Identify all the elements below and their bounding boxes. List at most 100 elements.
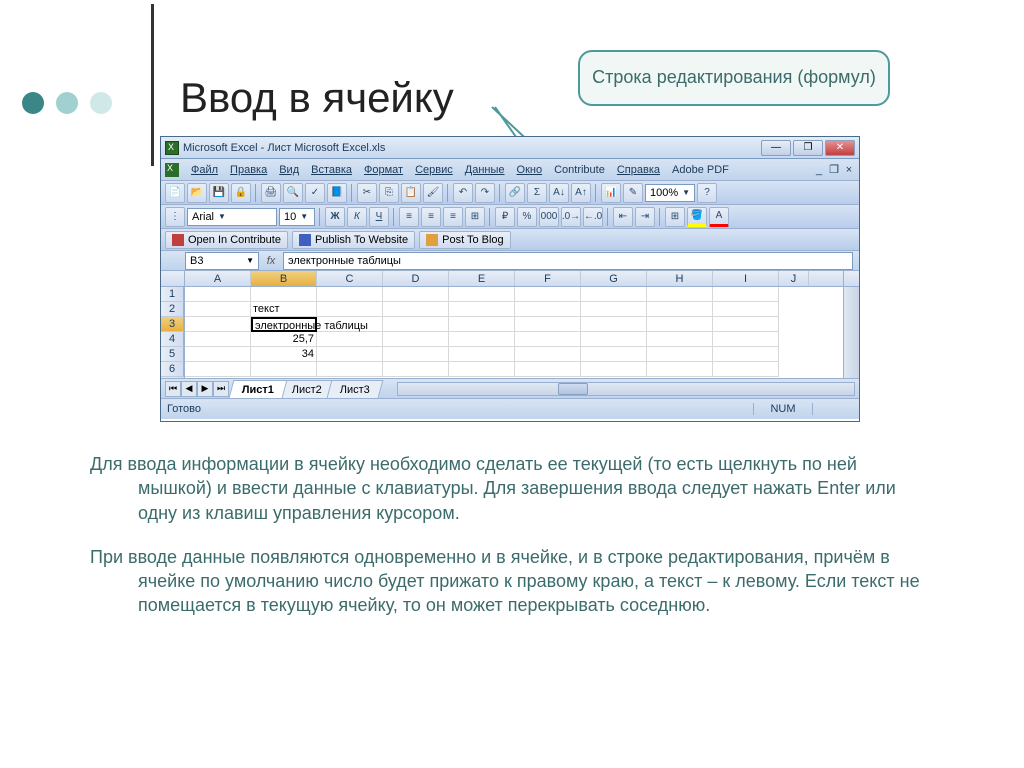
horizontal-scrollbar[interactable] — [397, 382, 855, 396]
align-right-button[interactable]: ≡ — [443, 207, 463, 227]
fx-icon[interactable]: fx — [259, 255, 283, 267]
open-in-contribute-button[interactable]: Open In Contribute — [165, 231, 288, 249]
save-button[interactable]: 💾 — [209, 183, 229, 203]
vertical-scrollbar[interactable] — [843, 287, 859, 378]
tab-last-button[interactable]: ⏭ — [213, 381, 229, 397]
tab-next-button[interactable]: ▶ — [197, 381, 213, 397]
col-header-c[interactable]: C — [317, 271, 383, 286]
cells-grid[interactable]: текст электронные таблицы 25,7 34 — [185, 287, 843, 378]
cell-b2[interactable]: текст — [251, 302, 317, 317]
maximize-button[interactable]: ❐ — [793, 140, 823, 156]
increase-decimal-button[interactable]: .0→ — [561, 207, 581, 227]
menu-contribute[interactable]: Contribute — [548, 164, 611, 176]
col-header-b[interactable]: B — [251, 271, 317, 286]
cell-b4[interactable]: 25,7 — [251, 332, 317, 347]
decrease-decimal-button[interactable]: ←.0 — [583, 207, 603, 227]
permission-button[interactable]: 🔒 — [231, 183, 251, 203]
menu-window[interactable]: Окно — [511, 164, 549, 176]
status-bar: Готово NUM — [161, 399, 859, 419]
font-color-button[interactable]: A — [709, 207, 729, 227]
cut-button[interactable]: ✂ — [357, 183, 377, 203]
col-header-i[interactable]: I — [713, 271, 779, 286]
sort-desc-button[interactable]: A↑ — [571, 183, 591, 203]
spelling-button[interactable]: ✓ — [305, 183, 325, 203]
borders-button[interactable]: ⊞ — [665, 207, 685, 227]
format-painter-button[interactable]: 🖌 — [423, 183, 443, 203]
merge-button[interactable]: ⊞ — [465, 207, 485, 227]
menu-file[interactable]: Файл — [185, 164, 224, 176]
sheet-tab-1[interactable]: Лист1 — [229, 380, 288, 398]
font-combo[interactable]: Arial▼ — [187, 208, 277, 226]
menu-adobe-pdf[interactable]: Adobe PDF — [666, 164, 735, 176]
formula-input[interactable]: электронные таблицы — [283, 252, 853, 270]
window-titlebar[interactable]: Microsoft Excel - Лист Microsoft Excel.x… — [161, 137, 859, 159]
tab-prev-button[interactable]: ◀ — [181, 381, 197, 397]
menu-tools[interactable]: Сервис — [409, 164, 459, 176]
doc-minimize-button[interactable]: _ — [813, 164, 825, 176]
post-to-blog-button[interactable]: Post To Blog — [419, 231, 511, 249]
chart-button[interactable]: 📊 — [601, 183, 621, 203]
styles-button[interactable]: ⋮ — [165, 207, 185, 227]
research-button[interactable]: 📘 — [327, 183, 347, 203]
hyperlink-button[interactable]: 🔗 — [505, 183, 525, 203]
undo-button[interactable]: ↶ — [453, 183, 473, 203]
percent-button[interactable]: % — [517, 207, 537, 227]
size-combo[interactable]: 10▼ — [279, 208, 315, 226]
doc-close-button[interactable]: × — [843, 164, 855, 176]
menu-insert[interactable]: Вставка — [305, 164, 358, 176]
row-header-5[interactable]: 5 — [161, 347, 184, 362]
decrease-indent-button[interactable]: ⇤ — [613, 207, 633, 227]
minimize-button[interactable]: — — [761, 140, 791, 156]
drawing-button[interactable]: ✎ — [623, 183, 643, 203]
italic-button[interactable]: К — [347, 207, 367, 227]
help-button[interactable]: ? — [697, 183, 717, 203]
autosum-button[interactable]: Σ — [527, 183, 547, 203]
menu-data[interactable]: Данные — [459, 164, 511, 176]
col-header-g[interactable]: G — [581, 271, 647, 286]
print-button[interactable]: 🖨 — [261, 183, 281, 203]
preview-button[interactable]: 🔍 — [283, 183, 303, 203]
col-header-f[interactable]: F — [515, 271, 581, 286]
new-button[interactable]: 📄 — [165, 183, 185, 203]
menu-edit[interactable]: Правка — [224, 164, 273, 176]
row-header-1[interactable]: 1 — [161, 287, 184, 302]
paste-button[interactable]: 📋 — [401, 183, 421, 203]
app-icon[interactable] — [165, 163, 179, 177]
scroll-thumb[interactable] — [558, 383, 588, 395]
increase-indent-button[interactable]: ⇥ — [635, 207, 655, 227]
currency-button[interactable]: ₽ — [495, 207, 515, 227]
cell-b3-active[interactable]: электронные таблицы — [251, 317, 317, 332]
menu-help[interactable]: Справка — [611, 164, 666, 176]
cell-b5[interactable]: 34 — [251, 347, 317, 362]
col-header-a[interactable]: A — [185, 271, 251, 286]
copy-button[interactable]: ⎘ — [379, 183, 399, 203]
bold-button[interactable]: Ж — [325, 207, 345, 227]
close-button[interactable]: ✕ — [825, 140, 855, 156]
menu-format[interactable]: Формат — [358, 164, 409, 176]
select-all-corner[interactable] — [161, 271, 185, 287]
menu-view[interactable]: Вид — [273, 164, 305, 176]
decorative-dots — [22, 92, 112, 114]
open-button[interactable]: 📂 — [187, 183, 207, 203]
align-left-button[interactable]: ≡ — [399, 207, 419, 227]
redo-button[interactable]: ↷ — [475, 183, 495, 203]
col-header-j[interactable]: J — [779, 271, 809, 286]
row-header-3[interactable]: 3 — [161, 317, 184, 332]
sort-asc-button[interactable]: A↓ — [549, 183, 569, 203]
underline-button[interactable]: Ч — [369, 207, 389, 227]
col-header-e[interactable]: E — [449, 271, 515, 286]
publish-button[interactable]: Publish To Website — [292, 231, 415, 249]
row-header-4[interactable]: 4 — [161, 332, 184, 347]
align-center-button[interactable]: ≡ — [421, 207, 441, 227]
tab-first-button[interactable]: ⏮ — [165, 381, 181, 397]
col-header-d[interactable]: D — [383, 271, 449, 286]
fill-color-button[interactable]: 🪣 — [687, 207, 707, 227]
col-header-h[interactable]: H — [647, 271, 713, 286]
zoom-combo[interactable]: 100%▼ — [645, 184, 695, 202]
doc-restore-button[interactable]: ❐ — [828, 164, 840, 176]
sheet-tab-3[interactable]: Лист3 — [327, 380, 384, 398]
row-header-2[interactable]: 2 — [161, 302, 184, 317]
comma-button[interactable]: 000 — [539, 207, 559, 227]
row-header-6[interactable]: 6 — [161, 362, 184, 377]
name-box[interactable]: B3▼ — [185, 252, 259, 270]
